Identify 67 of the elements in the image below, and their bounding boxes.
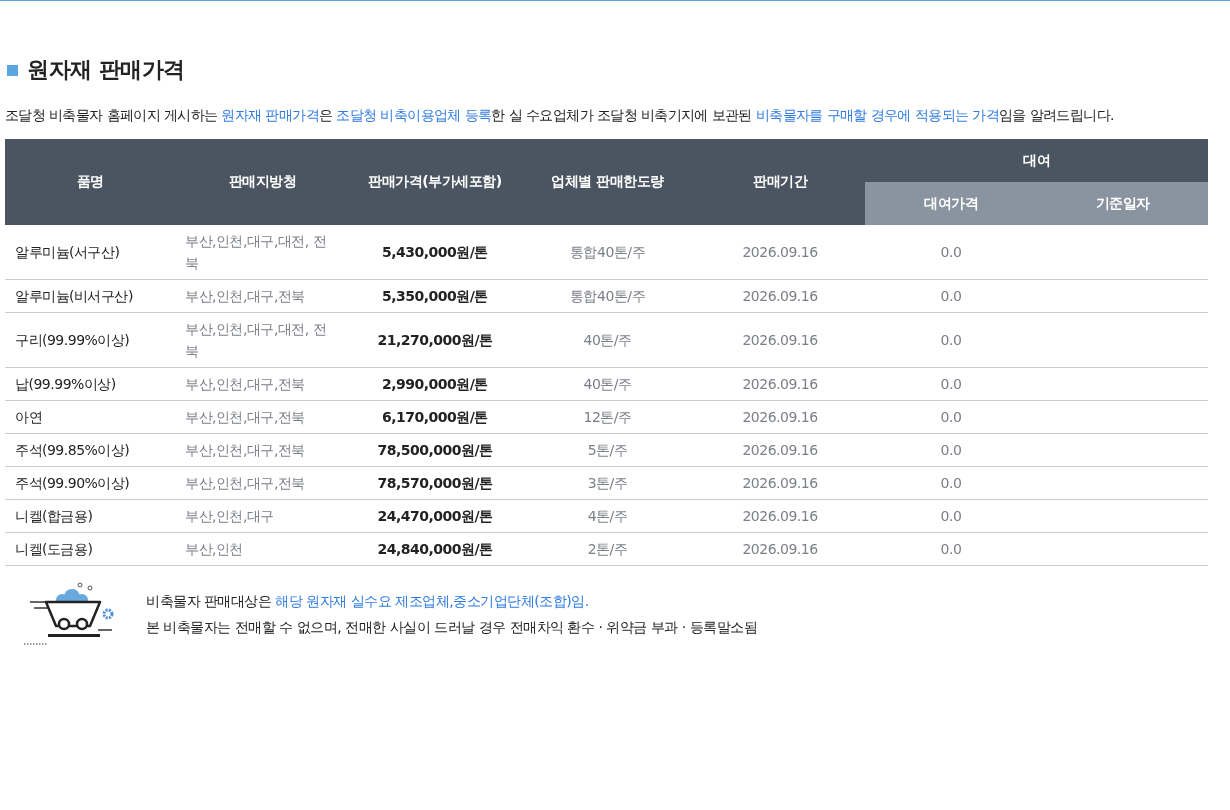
- limit-cell: 12톤/주: [520, 400, 695, 434]
- period-cell: 2026.09.16: [695, 466, 865, 500]
- rental-price-cell: 0.0: [865, 532, 1037, 566]
- column-header: 업체별 판매한도량: [520, 139, 695, 225]
- item-cell: 니켈(합금용): [5, 499, 175, 533]
- item-cell: 아연: [5, 400, 175, 434]
- rental-price-cell: 0.0: [865, 400, 1037, 434]
- item-cell: 니켈(도금용): [5, 532, 175, 566]
- notice-text: 비축물자 판매대상은 해당 원자재 실수요 제조업체,중소기업단체(조합)임.: [146, 592, 590, 611]
- page-title: 원자재 판매가격: [27, 56, 185, 84]
- period-cell: 2026.09.16: [695, 225, 865, 280]
- period-cell: 2026.09.16: [695, 499, 865, 533]
- column-header: 판매지방청: [175, 139, 350, 225]
- office-cell: 부산,인천,대구,전북: [175, 433, 350, 467]
- rental-price-cell: 0.0: [865, 225, 1037, 280]
- limit-cell: 통합40톤/주: [520, 225, 695, 280]
- limit-cell: 3톤/주: [520, 466, 695, 500]
- column-header: 판매가격(부가세포함): [350, 139, 520, 225]
- price-cell: 24,470,000원/톤: [350, 499, 520, 533]
- period-cell: 2026.09.16: [695, 433, 865, 467]
- limit-cell: 4톤/주: [520, 499, 695, 533]
- rental-price-cell: 0.0: [865, 466, 1037, 500]
- office-cell: 부산,인천,대구,전북: [175, 279, 350, 313]
- price-cell: 78,500,000원/톤: [350, 433, 520, 467]
- office-cell: 부산,인천,대구: [175, 499, 350, 533]
- column-header: 기준일자: [1037, 182, 1208, 225]
- period-cell: 2026.09.16: [695, 367, 865, 401]
- item-cell: 구리(99.99%이상): [5, 312, 175, 368]
- column-header: 대여가격: [865, 182, 1037, 225]
- period-cell: 2026.09.16: [695, 279, 865, 313]
- price-cell: 24,840,000원/톤: [350, 532, 520, 566]
- limit-cell: 2톤/주: [520, 532, 695, 566]
- intro-text: 조달청 비축물자 홈페이지 게시하는 원자재 판매가격은 조달청 비축이용업체 등록한 실 수요업체가 조달청 비축기지에 보관된 비축물자를 구매할 경우에 적용되는 가격임을 알려드립니다.: [5, 107, 1115, 125]
- item-cell: 알루미늄(비서구산): [5, 279, 175, 313]
- column-group-header: 대여: [865, 139, 1208, 182]
- price-cell: 6,170,000원/톤: [350, 400, 520, 434]
- price-cell: 5,430,000원/톤: [350, 225, 520, 280]
- office-cell: 부산,인천,대구,전북: [175, 367, 350, 401]
- limit-cell: 40톤/주: [520, 367, 695, 401]
- column-header: 판매기간: [695, 139, 865, 225]
- rental-price-cell: 0.0: [865, 279, 1037, 313]
- office-cell: 부산,인천,대구,대전, 전북: [175, 312, 350, 368]
- item-cell: 주석(99.85%이상): [5, 433, 175, 467]
- rental-price-cell: 0.0: [865, 433, 1037, 467]
- office-cell: 부산,인천,대구,전북: [175, 466, 350, 500]
- limit-cell: 통합40톤/주: [520, 279, 695, 313]
- rental-price-cell: 0.0: [865, 499, 1037, 533]
- period-cell: 2026.09.16: [695, 532, 865, 566]
- column-header: 품명: [5, 139, 175, 225]
- item-cell: 알루미늄(서구산): [5, 225, 175, 280]
- period-cell: 2026.09.16: [695, 312, 865, 368]
- price-cell: 78,570,000원/톤: [350, 466, 520, 500]
- limit-cell: 5톤/주: [520, 433, 695, 467]
- period-cell: 2026.09.16: [695, 400, 865, 434]
- rental-price-cell: 0.0: [865, 367, 1037, 401]
- notice-text: 본 비축물자는 전매할 수 없으며, 전매한 사실이 드러날 경우 전매차익 환수 · 위약금 부과 · 등록말소됨: [146, 618, 758, 637]
- price-cell: 5,350,000원/톤: [350, 279, 520, 313]
- rental-price-cell: 0.0: [865, 312, 1037, 368]
- price-cell: 21,270,000원/톤: [350, 312, 520, 368]
- title-bullet-icon: [7, 64, 18, 76]
- item-cell: 주석(99.90%이상): [5, 466, 175, 500]
- item-cell: 납(99.99%이상): [5, 367, 175, 401]
- office-cell: 부산,인천,대구,전북: [175, 400, 350, 434]
- limit-cell: 40톤/주: [520, 312, 695, 368]
- office-cell: 부산,인천: [175, 532, 350, 566]
- office-cell: 부산,인천,대구,대전, 전북: [175, 225, 350, 280]
- price-cell: 2,990,000원/톤: [350, 367, 520, 401]
